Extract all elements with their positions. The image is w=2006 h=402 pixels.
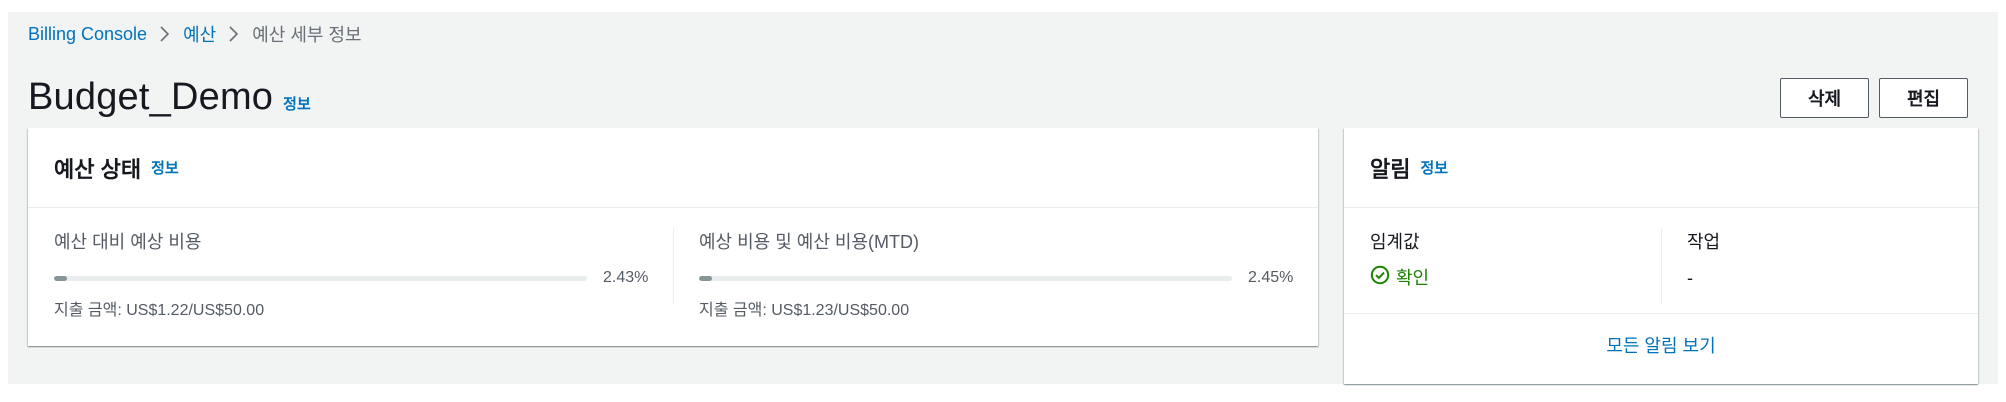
action-label: 작업	[1687, 232, 1721, 252]
chevron-right-icon	[228, 25, 240, 43]
alerts-card: 알림 정보 임계값 확인 작업 - 모든 알림 보기	[1344, 128, 1978, 384]
page-info-link[interactable]: 정보	[283, 93, 311, 114]
actual-vs-budget-mtd-metric: 예상 비용 및 예산 비용(MTD) 2.45% 지출 금액: US$1.23/…	[673, 228, 1318, 320]
breadcrumb-budget-details: 예산 세부 정보	[252, 25, 362, 45]
alerts-footer: 모든 알림 보기	[1344, 314, 1978, 376]
threshold-label: 임계값	[1370, 232, 1420, 252]
progress-bar-row: 2.45%	[699, 266, 1294, 290]
progress-percent: 2.43%	[603, 269, 649, 286]
page-background: Billing Console 예산 예산 세부 정보 Budget_Demo …	[8, 12, 1998, 384]
alerts-body: 임계값 확인 작업 -	[1344, 208, 1978, 314]
page-header: Budget_Demo 정보	[28, 76, 311, 119]
check-circle-icon	[1370, 265, 1390, 290]
progress-bar-row: 2.43%	[54, 266, 649, 290]
breadcrumb-billing-console[interactable]: Billing Console	[28, 24, 147, 45]
threshold-status-text: 확인	[1396, 268, 1430, 288]
budget-status-info-link[interactable]: 정보	[151, 157, 179, 178]
spend-amount: 지출 금액: US$1.22/US$50.00	[54, 302, 265, 319]
edit-button[interactable]: 편집	[1879, 78, 1968, 118]
threshold-status: 확인	[1370, 264, 1635, 290]
action-column: 작업 -	[1661, 228, 1978, 313]
alerts-title: 알림	[1370, 156, 1411, 182]
budget-status-card: 예산 상태 정보 예산 대비 예상 비용 2.43% 지출 금액: US$1.2…	[28, 128, 1318, 346]
budget-status-title: 예산 상태	[54, 156, 142, 182]
progress-bar	[699, 275, 1232, 281]
view-all-alerts-link[interactable]: 모든 알림 보기	[1606, 332, 1715, 358]
metric-label: 예산 대비 예상 비용	[54, 232, 202, 252]
action-value: -	[1687, 268, 1693, 288]
chevron-right-icon	[159, 25, 171, 43]
forecast-vs-budget-metric: 예산 대비 예상 비용 2.43% 지출 금액: US$1.22/US$50.0…	[28, 228, 673, 320]
alerts-header: 알림 정보	[1344, 128, 1978, 208]
page-title: Budget_Demo	[28, 76, 274, 118]
progress-percent: 2.45%	[1248, 269, 1294, 286]
alerts-info-link[interactable]: 정보	[1420, 157, 1448, 178]
metric-label: 예상 비용 및 예산 비용(MTD)	[699, 232, 920, 252]
spend-amount: 지출 금액: US$1.23/US$50.00	[699, 302, 910, 319]
delete-button[interactable]: 삭제	[1780, 78, 1869, 118]
progress-bar-fill	[54, 275, 67, 281]
progress-bar	[54, 275, 587, 281]
budget-status-body: 예산 대비 예상 비용 2.43% 지출 금액: US$1.22/US$50.0…	[28, 208, 1318, 320]
budget-status-header: 예산 상태 정보	[28, 128, 1318, 208]
threshold-column: 임계값 확인	[1344, 228, 1661, 313]
progress-bar-fill	[699, 275, 713, 281]
breadcrumb-budgets[interactable]: 예산	[183, 21, 216, 47]
breadcrumb: Billing Console 예산 예산 세부 정보	[28, 22, 362, 46]
header-actions: 삭제 편집	[1780, 78, 1968, 118]
